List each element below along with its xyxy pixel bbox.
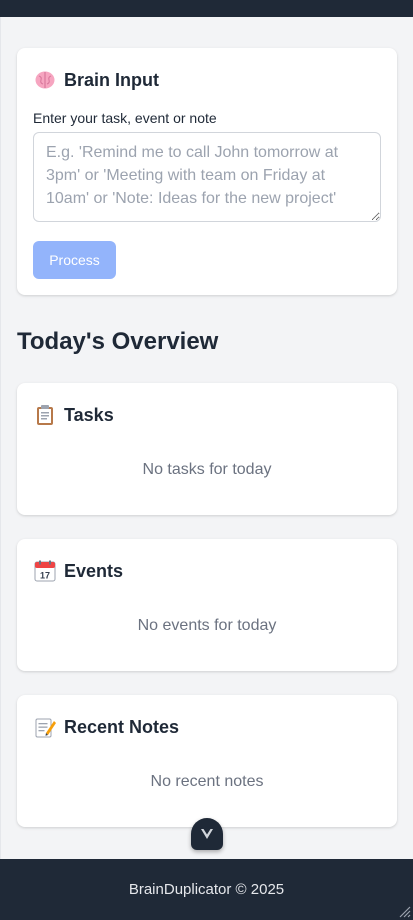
brain-input-card: Brain Input Enter your task, event or no… xyxy=(17,48,397,295)
recent-notes-title-text: Recent Notes xyxy=(64,716,180,737)
events-card: 17 Events No events for today xyxy=(17,539,397,671)
tasks-title: Tasks xyxy=(33,403,114,427)
tasks-empty-message: No tasks for today xyxy=(142,461,272,478)
resize-grip-icon[interactable] xyxy=(397,904,411,918)
brain-input-textarea[interactable] xyxy=(33,132,381,222)
events-title-text: Events xyxy=(64,560,124,581)
recent-notes-card: Recent Notes No recent notes xyxy=(17,695,397,827)
chevron-down-icon xyxy=(201,829,213,839)
devtools-toggle-button[interactable] xyxy=(191,818,223,850)
memo-icon xyxy=(33,715,57,739)
brain-icon xyxy=(33,68,57,92)
events-empty-message: No events for today xyxy=(137,617,277,634)
top-header-bar xyxy=(0,0,413,17)
overview-heading: Today's Overview xyxy=(17,328,219,355)
calendar-icon: 17 xyxy=(33,559,57,583)
process-button[interactable]: Process xyxy=(33,241,116,279)
recent-notes-empty-message: No recent notes xyxy=(150,773,264,790)
brain-input-label: Enter your task, event or note xyxy=(33,110,217,126)
recent-notes-title: Recent Notes xyxy=(33,715,179,739)
footer: BrainDuplicator © 2025 xyxy=(0,859,413,920)
tasks-card: Tasks No tasks for today xyxy=(17,383,397,515)
clipboard-icon xyxy=(33,403,57,427)
brain-input-title-text: Brain Input xyxy=(64,69,159,90)
footer-copyright: BrainDuplicator © 2025 xyxy=(128,881,285,898)
brain-input-title: Brain Input xyxy=(33,68,159,92)
svg-text:17: 17 xyxy=(40,571,50,581)
events-title: 17 Events xyxy=(33,559,123,583)
tasks-title-text: Tasks xyxy=(64,404,114,425)
